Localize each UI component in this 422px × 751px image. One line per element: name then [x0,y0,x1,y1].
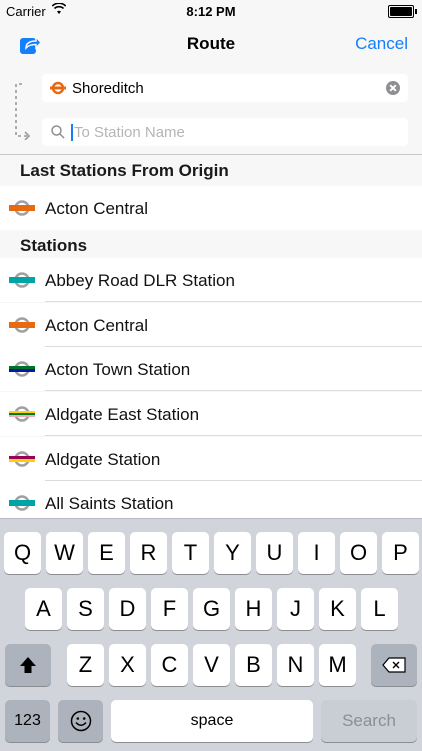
status-bar: Carrier 8:12 PM [0,0,422,22]
backspace-icon [382,657,406,673]
key-i[interactable]: I [298,532,335,574]
to-station-field[interactable] [42,118,408,146]
section-title: Stations [20,236,88,255]
section-header-last-stations: Last Stations From Origin [0,155,422,186]
key-z[interactable]: Z [67,644,104,686]
section-title: Last Stations From Origin [20,161,229,180]
numbers-key[interactable]: 123 [5,700,50,742]
key-o[interactable]: O [340,532,377,574]
from-station-field[interactable]: Shoreditch [42,74,408,102]
key-v[interactable]: V [193,644,230,686]
station-name: Acton Town Station [45,360,191,379]
key-a[interactable]: A [25,588,62,630]
station-name: Aldgate East Station [45,405,200,424]
key-t[interactable]: T [172,532,209,574]
section-header-stations: Stations [0,230,422,261]
station-name: Acton Central [45,316,148,335]
delete-key[interactable] [371,644,417,686]
row-divider [45,435,422,436]
route-connector-icon [15,83,31,140]
search-key[interactable]: Search [321,700,417,742]
route-form: Shoreditch [0,66,422,155]
key-c[interactable]: C [151,644,188,686]
tfl-roundel-icon [9,200,35,216]
list-item[interactable]: Acton Central [0,186,422,230]
key-f[interactable]: F [151,588,188,630]
overground-roundel-icon [50,81,66,95]
tfl-roundel-icon [9,495,35,511]
clock: 8:12 PM [186,4,236,19]
key-x[interactable]: X [109,644,146,686]
key-k[interactable]: K [319,588,356,630]
shift-icon [20,657,36,673]
text-cursor [71,124,73,141]
key-l[interactable]: L [361,588,398,630]
key-q[interactable]: Q [4,532,41,574]
shift-key[interactable] [5,644,51,686]
station-name: Acton Central [45,199,148,218]
key-p[interactable]: P [382,532,419,574]
station-name: Abbey Road DLR Station [45,271,235,290]
emoji-icon [70,710,91,732]
key-y[interactable]: Y [214,532,251,574]
key-s[interactable]: S [67,588,104,630]
key-r[interactable]: R [130,532,167,574]
key-u[interactable]: U [256,532,293,574]
station-name: All Saints Station [45,494,174,513]
keyboard: QWERTYUIOP ASDFGHJKL ZXCVBNM 123 space S… [0,518,422,751]
key-b[interactable]: B [235,644,272,686]
list-item[interactable]: Abbey Road DLR Station [0,258,422,302]
key-g[interactable]: G [193,588,230,630]
space-key[interactable]: space [111,700,313,742]
battery-icon [388,5,417,18]
key-h[interactable]: H [235,588,272,630]
from-station-value: Shoreditch [72,80,144,97]
cancel-button[interactable]: Cancel [355,34,408,54]
key-j[interactable]: J [277,588,314,630]
list-item[interactable]: Aldgate Station [0,437,422,481]
row-divider [45,301,422,302]
station-name: Aldgate Station [45,450,161,469]
navigation-bar: Route Cancel [0,22,422,66]
emoji-key[interactable] [58,700,103,742]
tfl-roundel-icon [9,361,35,377]
key-n[interactable]: N [277,644,314,686]
key-e[interactable]: E [88,532,125,574]
key-w[interactable]: W [46,532,83,574]
clear-icon[interactable] [386,81,400,95]
search-icon [51,125,65,139]
tfl-roundel-icon [9,317,35,333]
tfl-roundel-icon [9,272,35,288]
tfl-roundel-icon [9,451,35,467]
tfl-roundel-icon [9,406,35,422]
key-m[interactable]: M [319,644,356,686]
list-item[interactable]: Acton Town Station [0,347,422,391]
list-item[interactable]: Aldgate East Station [0,392,422,436]
row-divider [45,390,422,391]
to-station-input[interactable] [74,121,374,143]
list-item[interactable]: Acton Central [0,303,422,347]
key-d[interactable]: D [109,588,146,630]
